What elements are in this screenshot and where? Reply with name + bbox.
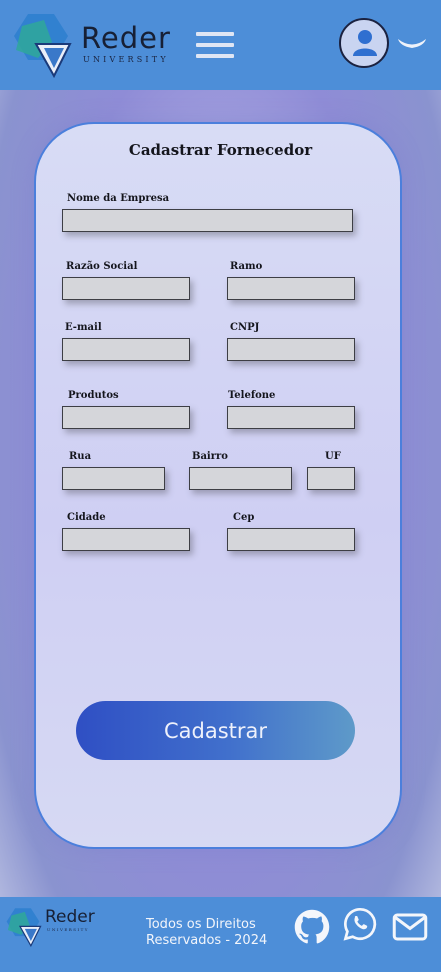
cidade-input[interactable] (62, 528, 190, 551)
label-rua: Rua (69, 451, 92, 462)
brand-logo[interactable]: Reder UNIVERSITY (8, 12, 178, 82)
whatsapp-icon[interactable] (342, 906, 378, 942)
nome-empresa-input[interactable] (62, 209, 353, 232)
cep-input[interactable] (227, 528, 355, 551)
razao-social-input[interactable] (62, 277, 190, 300)
label-bairro: Bairro (192, 451, 228, 462)
ramo-input[interactable] (227, 277, 355, 300)
label-uf: UF (325, 451, 341, 462)
footer-logo-icon[interactable] (3, 907, 43, 947)
footer: Reder UNIVERSITY Todos os Direitos Reser… (0, 897, 441, 972)
bairro-input[interactable] (189, 467, 292, 490)
telefone-input[interactable] (227, 406, 355, 429)
label-razao-social: Razão Social (66, 261, 138, 272)
footer-brand-subtitle: UNIVERSITY (47, 927, 89, 932)
label-telefone: Telefone (228, 390, 276, 401)
copyright-text: Todos os Direitos Reservados - 2024 (146, 917, 267, 949)
user-avatar-button[interactable] (339, 18, 389, 68)
produtos-input[interactable] (62, 406, 190, 429)
email-input[interactable] (62, 338, 190, 361)
label-cnpj: CNPJ (230, 322, 260, 333)
label-email: E-mail (65, 322, 102, 333)
cnpj-input[interactable] (227, 338, 355, 361)
brand-name: Reder (81, 21, 171, 55)
form-title: Cadastrar Fornecedor (128, 141, 313, 159)
label-produtos: Produtos (68, 390, 119, 401)
footer-brand-name: Reder (45, 907, 95, 927)
mail-icon[interactable] (392, 909, 428, 945)
logo-mark-icon (14, 14, 72, 78)
github-icon[interactable] (294, 909, 330, 945)
top-header: Reder UNIVERSITY (0, 0, 441, 90)
brand-subtitle: UNIVERSITY (83, 55, 169, 64)
uf-input[interactable] (307, 467, 355, 490)
label-cep: Cep (233, 512, 255, 523)
copyright-line-1: Todos os Direitos (146, 917, 256, 932)
label-nome-empresa: Nome da Empresa (67, 193, 170, 204)
chevron-down-icon[interactable] (396, 36, 428, 52)
label-cidade: Cidade (67, 512, 106, 523)
hamburger-menu-icon[interactable] (196, 32, 234, 62)
copyright-line-2: Reservados - 2024 (146, 933, 268, 948)
cadastrar-button[interactable]: Cadastrar (76, 701, 355, 760)
rua-input[interactable] (62, 467, 165, 490)
label-ramo: Ramo (230, 261, 263, 272)
user-icon (353, 30, 377, 56)
